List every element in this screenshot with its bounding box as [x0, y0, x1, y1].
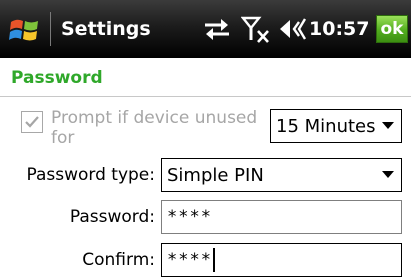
signal-off-icon[interactable] [240, 16, 273, 44]
password-type-value: Simple PIN [167, 164, 264, 186]
prompt-label: Prompt if device unused for [51, 108, 258, 148]
prompt-checkbox[interactable] [21, 111, 43, 133]
password-value: **** [167, 207, 212, 227]
windows-start-icon[interactable] [8, 13, 42, 47]
heading-divider [0, 96, 411, 97]
text-caret [212, 248, 215, 272]
timeout-dropdown[interactable]: 15 Minutes [270, 109, 402, 143]
confirm-value-wrap: **** [167, 244, 215, 276]
connectivity-icon[interactable] [201, 16, 233, 42]
title-bar: Settings 10:57 ok [0, 0, 411, 58]
confirm-field[interactable]: **** [161, 243, 402, 277]
timeout-value: 15 Minutes [276, 115, 376, 137]
checkmark-icon [25, 116, 39, 128]
confirm-label: Confirm: [82, 250, 155, 270]
password-label: Password: [69, 207, 155, 227]
clock[interactable]: 10:57 [309, 14, 369, 44]
app-title: Settings [61, 18, 151, 40]
ok-button[interactable]: ok [376, 15, 408, 43]
password-field[interactable]: **** [161, 200, 402, 234]
password-type-dropdown[interactable]: Simple PIN [161, 158, 402, 192]
password-type-label: Password type: [26, 165, 155, 185]
volume-icon[interactable] [279, 16, 309, 42]
page-title: Password [11, 68, 103, 88]
title-separator [50, 12, 51, 46]
confirm-value: **** [167, 250, 212, 270]
dropdown-arrow-icon [382, 122, 394, 129]
dropdown-arrow-icon [382, 171, 394, 178]
